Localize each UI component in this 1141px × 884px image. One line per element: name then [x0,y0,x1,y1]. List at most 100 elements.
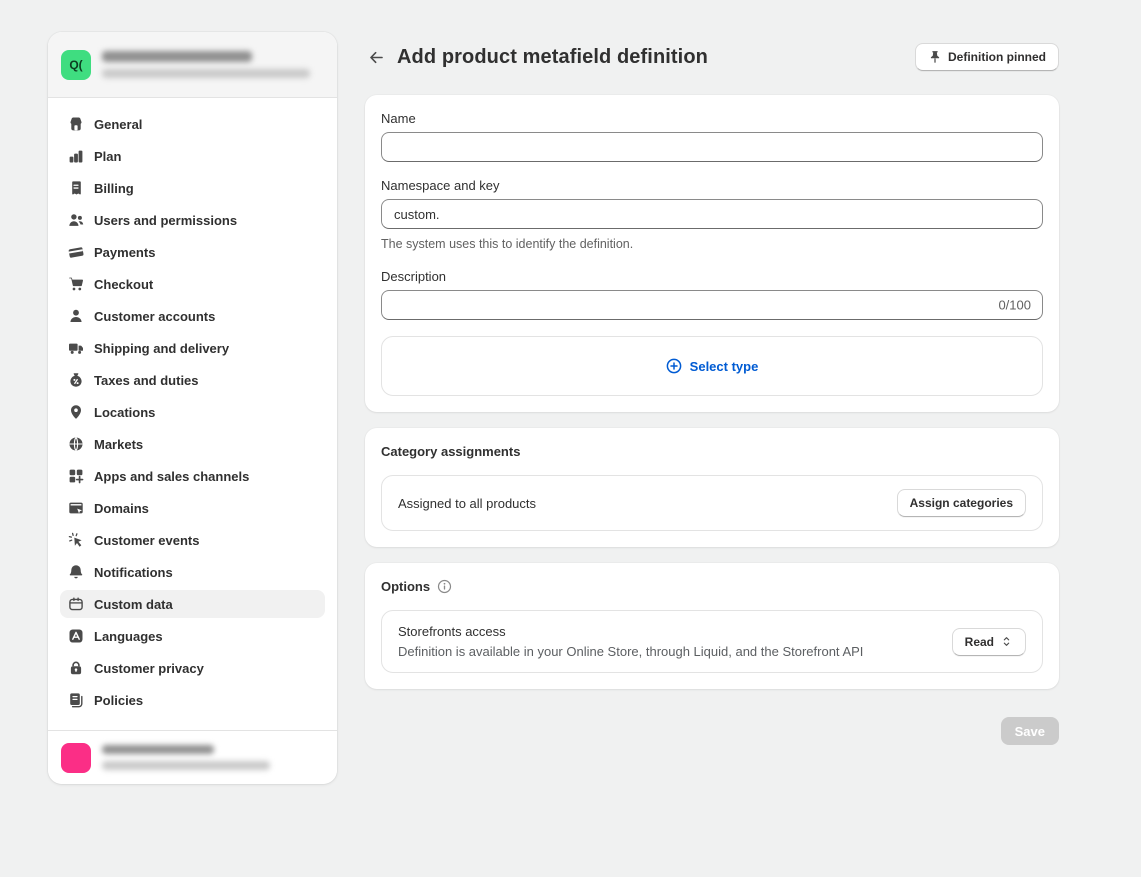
payments-icon [68,244,84,260]
store-name-redacted [102,51,252,62]
options-card: Options Storefronts access Definition is… [365,563,1059,689]
sidebar-item-label: Markets [94,437,143,452]
sidebar-item-payments[interactable]: Payments [60,238,325,266]
page-header: Add product metafield definition Definit… [365,43,1059,71]
options-title: Options [381,579,430,594]
locations-icon [68,404,84,420]
sidebar-item-label: Notifications [94,565,173,580]
description-input[interactable] [381,290,1043,320]
user-avatar [61,743,91,773]
storefronts-access-title: Storefronts access [398,624,863,639]
notifications-icon [68,564,84,580]
users-icon [68,212,84,228]
sidebar-item-label: Custom data [94,597,173,612]
sidebar-item-general[interactable]: General [60,110,325,138]
sidebar-item-users-and-permissions[interactable]: Users and permissions [60,206,325,234]
policies-icon [68,692,84,708]
caret-updown-icon [1000,635,1013,648]
sidebar-item-shipping-and-delivery[interactable]: Shipping and delivery [60,334,325,362]
storefront-access-select[interactable]: Read [952,628,1026,656]
settings-nav: General Plan Billing Users and permissions P… [48,98,337,730]
customer-accounts-icon [68,308,84,324]
sidebar-item-notifications[interactable]: Notifications [60,558,325,586]
sidebar-item-domains[interactable]: Domains [60,494,325,522]
store-icon [68,116,84,132]
user-email-redacted [102,761,270,770]
namespace-key-input[interactable] [381,199,1043,229]
sidebar-item-customer-accounts[interactable]: Customer accounts [60,302,325,330]
store-domain-redacted [102,69,310,78]
sidebar-item-apps-and-sales-channels[interactable]: Apps and sales channels [60,462,325,490]
sidebar-item-policies[interactable]: Policies [60,686,325,714]
page-title: Add product metafield definition [397,46,915,69]
taxes-icon [68,372,84,388]
store-switcher[interactable]: Q( [48,32,337,98]
sidebar-item-label: Customer events [94,533,199,548]
plan-icon [68,148,84,164]
domains-icon [68,500,84,516]
sidebar-item-label: Plan [94,149,121,164]
sidebar-item-locations[interactable]: Locations [60,398,325,426]
back-button[interactable] [363,44,389,70]
category-assignments-title: Category assignments [381,444,520,459]
plus-circle-icon [666,358,682,374]
info-icon[interactable] [437,579,452,594]
apps-icon [68,468,84,484]
sidebar-item-checkout[interactable]: Checkout [60,270,325,298]
markets-icon [68,436,84,452]
sidebar-item-label: General [94,117,142,132]
languages-icon [68,628,84,644]
assign-categories-button[interactable]: Assign categories [897,489,1026,517]
privacy-icon [68,660,84,676]
sidebar-item-markets[interactable]: Markets [60,430,325,458]
storefronts-access-description: Definition is available in your Online S… [398,644,863,659]
main-content: Add product metafield definition Definit… [365,43,1059,745]
sidebar-item-label: Shipping and delivery [94,341,229,356]
sidebar-item-label: Domains [94,501,149,516]
sidebar-item-label: Taxes and duties [94,373,199,388]
settings-sidebar: Q( General Plan Billing Users and permissio… [48,32,337,784]
billing-icon [68,180,84,196]
name-label: Name [381,111,1043,126]
sidebar-item-label: Checkout [94,277,153,292]
select-type-label: Select type [690,359,759,374]
select-type-button[interactable]: Select type [381,336,1043,396]
save-button[interactable]: Save [1001,717,1059,745]
namespace-help-text: The system uses this to identify the def… [381,237,1043,251]
sidebar-item-customer-privacy[interactable]: Customer privacy [60,654,325,682]
bottom-strip [0,877,1141,884]
sidebar-item-label: Apps and sales channels [94,469,249,484]
sidebar-item-customer-events[interactable]: Customer events [60,526,325,554]
checkout-icon [68,276,84,292]
sidebar-item-label: Locations [94,405,155,420]
description-label: Description [381,269,1043,284]
sidebar-item-languages[interactable]: Languages [60,622,325,650]
sidebar-item-label: Customer accounts [94,309,215,324]
store-avatar: Q( [61,50,91,80]
user-name-redacted [102,745,214,754]
category-assignment-status: Assigned to all products [398,496,536,511]
sidebar-item-label: Billing [94,181,134,196]
definition-pinned-button[interactable]: Definition pinned [915,43,1059,71]
name-input[interactable] [381,132,1043,162]
customer-events-icon [68,532,84,548]
pin-icon [928,50,942,64]
back-arrow-icon [368,49,385,66]
sidebar-item-label: Languages [94,629,163,644]
sidebar-item-plan[interactable]: Plan [60,142,325,170]
sidebar-item-custom-data[interactable]: Custom data [60,590,325,618]
namespace-label: Namespace and key [381,178,1043,193]
category-assignments-card: Category assignments Assigned to all pro… [365,428,1059,547]
sidebar-item-label: Policies [94,693,143,708]
shipping-icon [68,340,84,356]
sidebar-item-taxes-and-duties[interactable]: Taxes and duties [60,366,325,394]
sidebar-item-label: Payments [94,245,155,260]
definition-form-card: Name Namespace and key The system uses t… [365,95,1059,412]
sidebar-item-billing[interactable]: Billing [60,174,325,202]
sidebar-item-label: Users and permissions [94,213,237,228]
custom-data-icon [68,596,84,612]
sidebar-item-label: Customer privacy [94,661,204,676]
account-switcher[interactable] [48,730,337,784]
storefront-access-value: Read [965,635,994,649]
definition-pinned-label: Definition pinned [948,50,1046,64]
